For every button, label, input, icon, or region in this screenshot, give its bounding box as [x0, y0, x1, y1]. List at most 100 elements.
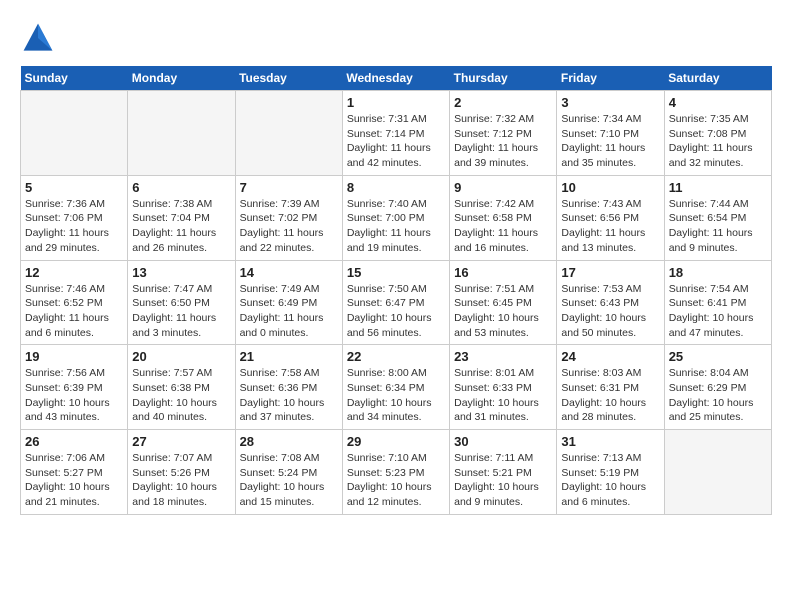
calendar-cell: 28 Sunrise: 7:08 AM Sunset: 5:24 PM Dayli…: [235, 430, 342, 515]
calendar-cell: 5Sunrise: 7:36 AM Sunset: 7:06 PM Daylig…: [21, 175, 128, 260]
day-number: 3: [561, 95, 659, 110]
calendar-cell: 24 Sunrise: 8:03 AM Sunset: 6:31 PM Dayli…: [557, 345, 664, 430]
day-number: 31: [561, 434, 659, 449]
day-info: Sunrise: 7:58 AM Sunset: 6:36 PM Dayligh…: [240, 366, 338, 425]
day-info: Sunrise: 7:31 AM Sunset: 7:14 PM Dayligh…: [347, 112, 445, 171]
day-info: Sunrise: 7:32 AM Sunset: 7:12 PM Dayligh…: [454, 112, 552, 171]
calendar-cell: 23Sunrise: 8:01 AM Sunset: 6:33 PM Dayli…: [450, 345, 557, 430]
calendar-cell: 20 Sunrise: 7:57 AM Sunset: 6:38 PM Dayli…: [128, 345, 235, 430]
calendar-cell: 27 Sunrise: 7:07 AM Sunset: 5:26 PM Dayli…: [128, 430, 235, 515]
day-number: 19: [25, 349, 123, 364]
calendar-week-3: 12Sunrise: 7:46 AM Sunset: 6:52 PM Dayli…: [21, 260, 772, 345]
day-number: 16: [454, 265, 552, 280]
calendar-table: SundayMondayTuesdayWednesdayThursdayFrid…: [20, 66, 772, 515]
day-number: 24: [561, 349, 659, 364]
day-info: Sunrise: 7:50 AM Sunset: 6:47 PM Dayligh…: [347, 282, 445, 341]
day-number: 14: [240, 265, 338, 280]
day-number: 18: [669, 265, 767, 280]
day-number: 7: [240, 180, 338, 195]
calendar-cell: 4 Sunrise: 7:35 AM Sunset: 7:08 PM Daylig…: [664, 91, 771, 176]
day-number: 11: [669, 180, 767, 195]
day-number: 4: [669, 95, 767, 110]
calendar-cell: 12Sunrise: 7:46 AM Sunset: 6:52 PM Dayli…: [21, 260, 128, 345]
calendar-cell: 30 Sunrise: 7:11 AM Sunset: 5:21 PM Dayli…: [450, 430, 557, 515]
calendar-cell: 2 Sunrise: 7:32 AM Sunset: 7:12 PM Daylig…: [450, 91, 557, 176]
day-info: Sunrise: 7:34 AM Sunset: 7:10 PM Dayligh…: [561, 112, 659, 171]
day-info: Sunrise: 7:06 AM Sunset: 5:27 PM Dayligh…: [25, 451, 123, 510]
day-info: Sunrise: 7:56 AM Sunset: 6:39 PM Dayligh…: [25, 366, 123, 425]
day-info: Sunrise: 7:08 AM Sunset: 5:24 PM Dayligh…: [240, 451, 338, 510]
calendar-cell: [21, 91, 128, 176]
day-info: Sunrise: 7:35 AM Sunset: 7:08 PM Dayligh…: [669, 112, 767, 171]
day-number: 8: [347, 180, 445, 195]
day-info: Sunrise: 7:38 AM Sunset: 7:04 PM Dayligh…: [132, 197, 230, 256]
day-header-thursday: Thursday: [450, 66, 557, 91]
calendar-cell: 25Sunrise: 8:04 AM Sunset: 6:29 PM Dayli…: [664, 345, 771, 430]
day-header-friday: Friday: [557, 66, 664, 91]
calendar-cell: 3 Sunrise: 7:34 AM Sunset: 7:10 PM Daylig…: [557, 91, 664, 176]
day-info: Sunrise: 7:11 AM Sunset: 5:21 PM Dayligh…: [454, 451, 552, 510]
day-number: 10: [561, 180, 659, 195]
calendar-cell: 26 Sunrise: 7:06 AM Sunset: 5:27 PM Dayli…: [21, 430, 128, 515]
day-number: 21: [240, 349, 338, 364]
day-info: Sunrise: 7:40 AM Sunset: 7:00 PM Dayligh…: [347, 197, 445, 256]
calendar-week-1: 1 Sunrise: 7:31 AM Sunset: 7:14 PM Daylig…: [21, 91, 772, 176]
day-number: 23: [454, 349, 552, 364]
calendar-cell: 31 Sunrise: 7:13 AM Sunset: 5:19 PM Dayli…: [557, 430, 664, 515]
day-number: 26: [25, 434, 123, 449]
day-number: 1: [347, 95, 445, 110]
day-number: 6: [132, 180, 230, 195]
day-info: Sunrise: 7:47 AM Sunset: 6:50 PM Dayligh…: [132, 282, 230, 341]
calendar-cell: 15 Sunrise: 7:50 AM Sunset: 6:47 PM Dayli…: [342, 260, 449, 345]
day-info: Sunrise: 7:39 AM Sunset: 7:02 PM Dayligh…: [240, 197, 338, 256]
day-number: 22: [347, 349, 445, 364]
calendar-cell: 8 Sunrise: 7:40 AM Sunset: 7:00 PM Daylig…: [342, 175, 449, 260]
calendar-week-4: 19 Sunrise: 7:56 AM Sunset: 6:39 PM Dayli…: [21, 345, 772, 430]
calendar-cell: 7 Sunrise: 7:39 AM Sunset: 7:02 PM Daylig…: [235, 175, 342, 260]
calendar-cell: 9 Sunrise: 7:42 AM Sunset: 6:58 PM Daylig…: [450, 175, 557, 260]
header-row: SundayMondayTuesdayWednesdayThursdayFrid…: [21, 66, 772, 91]
calendar-cell: 21 Sunrise: 7:58 AM Sunset: 6:36 PM Dayli…: [235, 345, 342, 430]
day-info: Sunrise: 7:13 AM Sunset: 5:19 PM Dayligh…: [561, 451, 659, 510]
calendar-cell: 19 Sunrise: 7:56 AM Sunset: 6:39 PM Dayli…: [21, 345, 128, 430]
day-number: 13: [132, 265, 230, 280]
calendar-cell: 18Sunrise: 7:54 AM Sunset: 6:41 PM Dayli…: [664, 260, 771, 345]
day-number: 20: [132, 349, 230, 364]
day-info: Sunrise: 7:07 AM Sunset: 5:26 PM Dayligh…: [132, 451, 230, 510]
calendar-cell: 13 Sunrise: 7:47 AM Sunset: 6:50 PM Dayli…: [128, 260, 235, 345]
day-info: Sunrise: 8:04 AM Sunset: 6:29 PM Dayligh…: [669, 366, 767, 425]
calendar-cell: 16 Sunrise: 7:51 AM Sunset: 6:45 PM Dayli…: [450, 260, 557, 345]
day-number: 9: [454, 180, 552, 195]
day-header-saturday: Saturday: [664, 66, 771, 91]
day-info: Sunrise: 7:57 AM Sunset: 6:38 PM Dayligh…: [132, 366, 230, 425]
calendar-cell: 17Sunrise: 7:53 AM Sunset: 6:43 PM Dayli…: [557, 260, 664, 345]
day-info: Sunrise: 7:42 AM Sunset: 6:58 PM Dayligh…: [454, 197, 552, 256]
day-info: Sunrise: 7:46 AM Sunset: 6:52 PM Dayligh…: [25, 282, 123, 341]
day-header-sunday: Sunday: [21, 66, 128, 91]
calendar-week-5: 26 Sunrise: 7:06 AM Sunset: 5:27 PM Dayli…: [21, 430, 772, 515]
day-info: Sunrise: 7:49 AM Sunset: 6:49 PM Dayligh…: [240, 282, 338, 341]
day-number: 29: [347, 434, 445, 449]
calendar-cell: 10 Sunrise: 7:43 AM Sunset: 6:56 PM Dayli…: [557, 175, 664, 260]
logo: [20, 20, 60, 56]
calendar-cell: [235, 91, 342, 176]
day-number: 28: [240, 434, 338, 449]
day-header-tuesday: Tuesday: [235, 66, 342, 91]
calendar-cell: 22Sunrise: 8:00 AM Sunset: 6:34 PM Dayli…: [342, 345, 449, 430]
day-number: 2: [454, 95, 552, 110]
day-info: Sunrise: 7:44 AM Sunset: 6:54 PM Dayligh…: [669, 197, 767, 256]
day-number: 27: [132, 434, 230, 449]
day-number: 30: [454, 434, 552, 449]
page-header: [20, 20, 772, 56]
day-info: Sunrise: 8:03 AM Sunset: 6:31 PM Dayligh…: [561, 366, 659, 425]
day-number: 15: [347, 265, 445, 280]
calendar-cell: [128, 91, 235, 176]
calendar-cell: 29 Sunrise: 7:10 AM Sunset: 5:23 PM Dayli…: [342, 430, 449, 515]
calendar-cell: 6 Sunrise: 7:38 AM Sunset: 7:04 PM Daylig…: [128, 175, 235, 260]
day-info: Sunrise: 7:43 AM Sunset: 6:56 PM Dayligh…: [561, 197, 659, 256]
calendar-cell: 14 Sunrise: 7:49 AM Sunset: 6:49 PM Dayli…: [235, 260, 342, 345]
day-number: 17: [561, 265, 659, 280]
day-header-monday: Monday: [128, 66, 235, 91]
day-info: Sunrise: 7:51 AM Sunset: 6:45 PM Dayligh…: [454, 282, 552, 341]
day-info: Sunrise: 7:10 AM Sunset: 5:23 PM Dayligh…: [347, 451, 445, 510]
